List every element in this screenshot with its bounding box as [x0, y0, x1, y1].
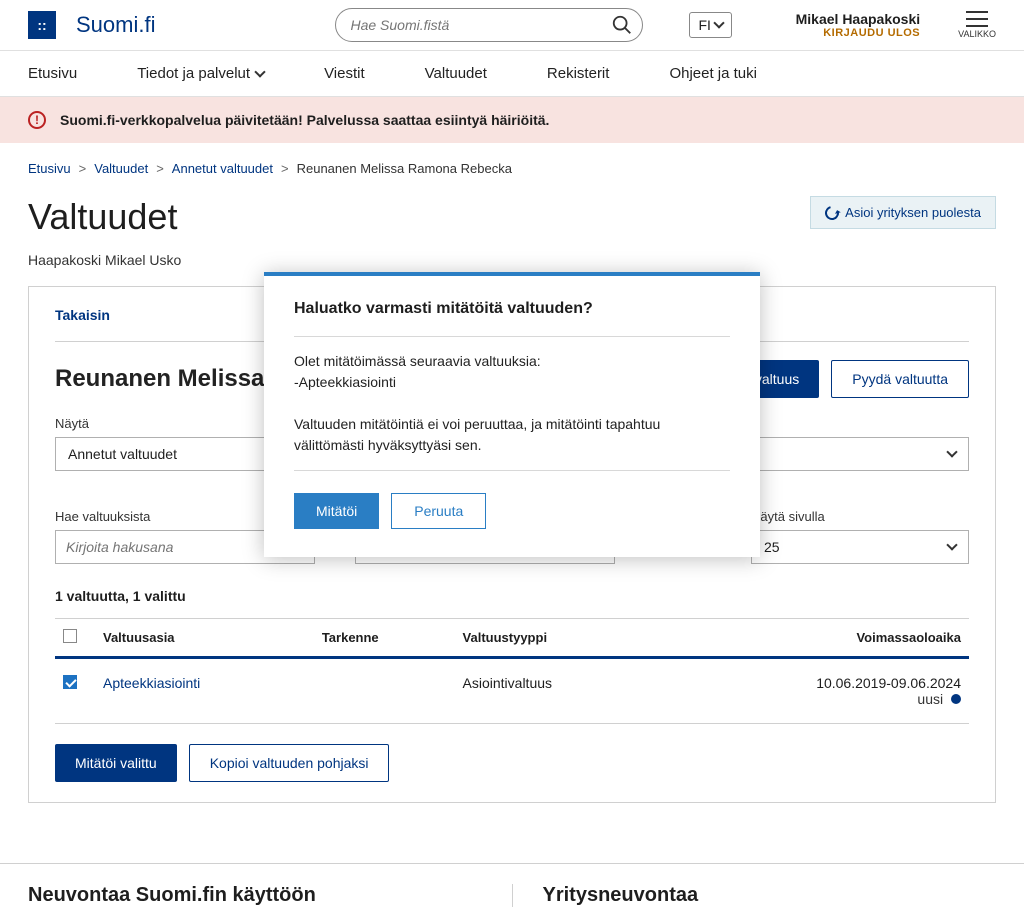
col-type: Valtuustyyppi — [455, 619, 659, 658]
select-all-checkbox[interactable] — [63, 629, 77, 643]
breadcrumb-current: Reunanen Melissa Ramona Rebecka — [297, 161, 512, 176]
footer: Neuvontaa Suomi.fin käyttöön Yritysneuvo… — [0, 863, 1024, 917]
page-title: Valtuudet — [28, 196, 177, 238]
main-nav: Etusivu Tiedot ja palvelut Viestit Valtu… — [0, 51, 1024, 97]
modal-item: -Apteekkiasiointi — [294, 372, 730, 393]
row-status: uusi — [917, 691, 943, 707]
company-button-label: Asioi yrityksen puolesta — [845, 205, 981, 220]
modal-intro: Olet mitätöimässä seuraavia valtuuksia: — [294, 351, 730, 372]
refresh-icon — [823, 203, 842, 222]
logout-link[interactable]: KIRJAUDU ULOS — [796, 27, 921, 39]
sub-name: Haapakoski Mikael Usko — [28, 252, 996, 268]
row-period: 10.06.2019-09.06.2024 — [666, 675, 961, 691]
alert-text: Suomi.fi-verkkopalvelua päivitetään! Pal… — [60, 112, 549, 128]
chevron-down-icon — [946, 539, 957, 550]
col-subject: Valtuusasia — [95, 619, 314, 658]
breadcrumb-sep: > — [281, 161, 289, 176]
user-block: Mikael Haapakoski KIRJAUDU ULOS — [796, 11, 921, 39]
valtuudet-table: Valtuusasia Tarkenne Valtuustyyppi Voima… — [55, 618, 969, 724]
search-input[interactable] — [335, 8, 643, 42]
modal-divider — [294, 470, 730, 471]
nav-tiedot[interactable]: Tiedot ja palvelut — [137, 51, 294, 96]
nav-tiedot-label: Tiedot ja palvelut — [137, 65, 250, 82]
company-button[interactable]: Asioi yrityksen puolesta — [810, 196, 996, 229]
footer-col-left: Neuvontaa Suomi.fin käyttöön — [28, 884, 482, 907]
chevron-down-icon — [713, 17, 724, 28]
footer-left-heading: Neuvontaa Suomi.fin käyttöön — [28, 884, 482, 907]
chevron-down-icon — [254, 66, 265, 77]
language-select[interactable]: FI — [689, 12, 731, 38]
nav-valtuudet[interactable]: Valtuudet — [425, 51, 517, 96]
pyyda-valtuutta-button[interactable]: Pyydä valtuutta — [831, 360, 969, 398]
header: :: Suomi.fi FI Mikael Haapakoski KIRJAUD… — [0, 0, 1024, 51]
perpage-label: Näytä sivulla — [751, 509, 969, 524]
confirm-modal: Haluatko varmasti mitätöitä valtuuden? O… — [264, 272, 760, 557]
alert-banner: ! Suomi.fi-verkkopalvelua päivitetään! P… — [0, 97, 1024, 143]
perpage-dropdown[interactable]: 25 — [751, 530, 969, 564]
col-period: Voimassaoloaika — [658, 619, 969, 658]
nav-etusivu[interactable]: Etusivu — [28, 51, 107, 96]
col-tarkenne: Tarkenne — [314, 619, 455, 658]
table-row: Apteekkiasiointi Asiointivaltuus 10.06.2… — [55, 658, 969, 724]
footer-col-right: Yritysneuvontaa — [543, 884, 997, 907]
row-checkbox[interactable] — [63, 675, 77, 689]
col-checkbox — [55, 619, 95, 658]
menu-label: VALIKKO — [958, 29, 996, 39]
nav-ohjeet[interactable]: Ohjeet ja tuki — [669, 51, 787, 96]
row-subject[interactable]: Apteekkiasiointi — [103, 675, 200, 691]
row-type: Asiointivaltuus — [455, 658, 659, 724]
nav-rekisterit[interactable]: Rekisterit — [547, 51, 640, 96]
user-name: Mikael Haapakoski — [796, 11, 921, 27]
perpage-col: Näytä sivulla 25 — [751, 491, 969, 564]
global-search — [335, 8, 643, 42]
row-status-wrap: uusi — [666, 691, 961, 707]
search-icon[interactable] — [611, 14, 633, 36]
logo-text: Suomi.fi — [76, 12, 155, 38]
chevron-down-icon — [946, 446, 957, 457]
menu-button[interactable]: VALIKKO — [958, 11, 996, 39]
modal-confirm-button[interactable]: Mitätöi — [294, 493, 379, 529]
invalidate-selected-button[interactable]: Mitätöi valittu — [55, 744, 177, 782]
language-value: FI — [698, 17, 710, 33]
status-dot-icon — [951, 694, 961, 704]
modal-actions: Mitätöi Peruuta — [294, 493, 730, 529]
modal-body: Olet mitätöimässä seuraavia valtuuksia: … — [294, 351, 730, 456]
modal-note: Valtuuden mitätöintiä ei voi peruuttaa, … — [294, 414, 730, 456]
row-tarkenne — [314, 658, 455, 724]
count-text: 1 valtuutta, 1 valittu — [55, 588, 969, 604]
breadcrumb-sep: > — [79, 161, 87, 176]
alert-icon: ! — [28, 111, 46, 129]
action-row: Mitätöi valittu Kopioi valtuuden pohjaks… — [55, 744, 969, 782]
hamburger-icon — [966, 11, 988, 27]
logo-icon: :: — [28, 11, 56, 39]
breadcrumb: Etusivu > Valtuudet > Annetut valtuudet … — [28, 161, 996, 176]
modal-divider — [294, 336, 730, 337]
perpage-value: 25 — [764, 539, 780, 555]
modal-title: Haluatko varmasti mitätöitä valtuuden? — [294, 300, 730, 318]
breadcrumb-link[interactable]: Valtuudet — [94, 161, 148, 176]
show-value: Annetut valtuudet — [68, 446, 177, 462]
page-title-row: Valtuudet Asioi yrityksen puolesta — [28, 196, 996, 238]
row-period-cell: 10.06.2019-09.06.2024 uusi — [658, 658, 969, 724]
copy-template-button[interactable]: Kopioi valtuuden pohjaksi — [189, 744, 390, 782]
footer-right-heading: Yritysneuvontaa — [543, 884, 997, 907]
modal-cancel-button[interactable]: Peruuta — [391, 493, 486, 529]
breadcrumb-link[interactable]: Annetut valtuudet — [172, 161, 273, 176]
breadcrumb-link[interactable]: Etusivu — [28, 161, 71, 176]
breadcrumb-sep: > — [156, 161, 164, 176]
footer-divider — [512, 884, 513, 907]
nav-viestit[interactable]: Viestit — [324, 51, 395, 96]
